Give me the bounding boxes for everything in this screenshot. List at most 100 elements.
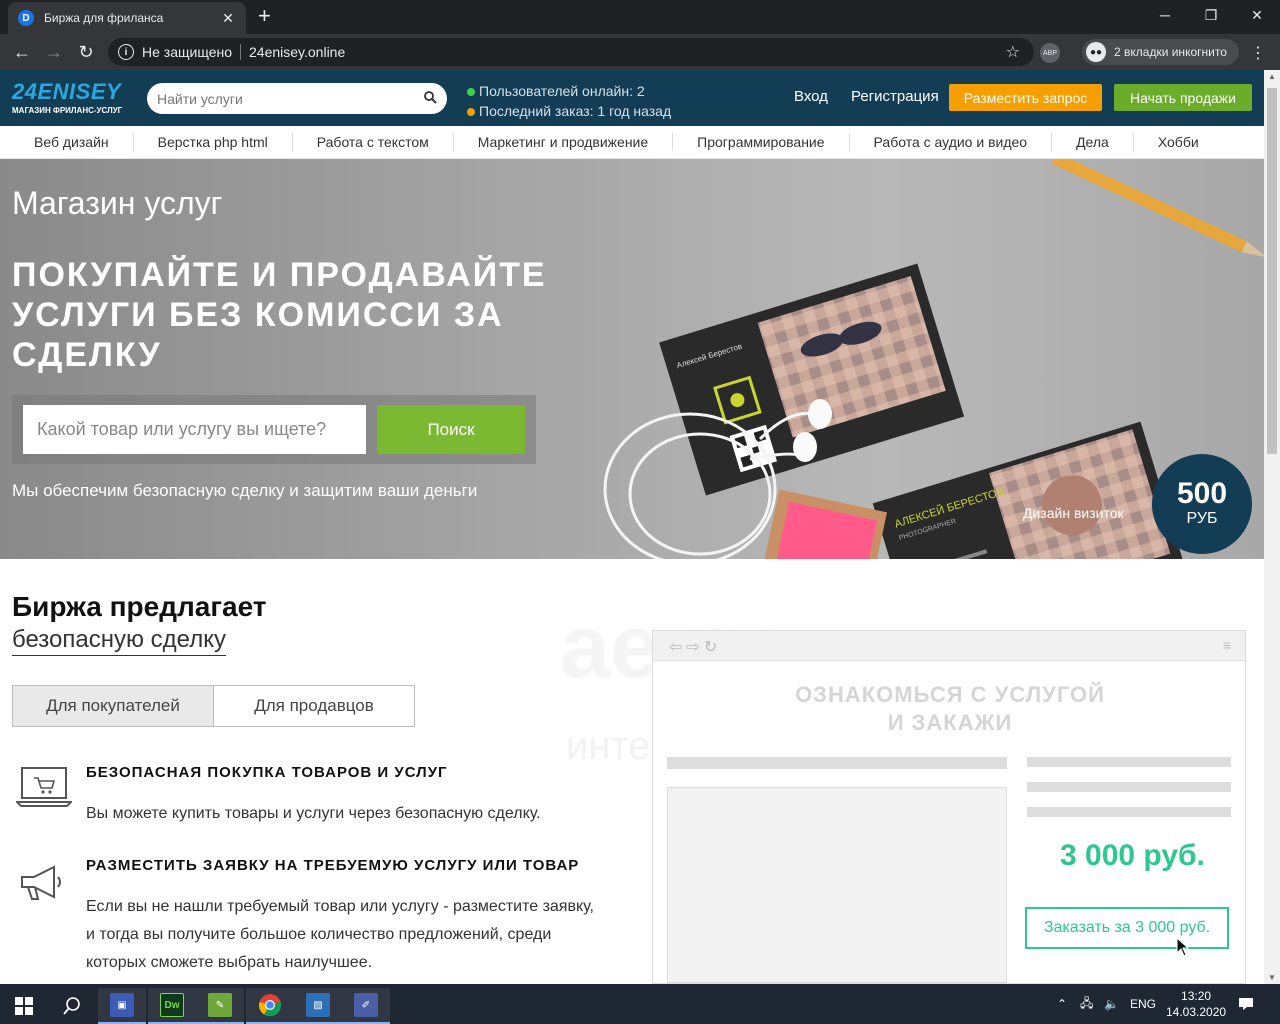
site-stats: Пользователей онлайн: 2 Последний заказ:… <box>467 81 671 121</box>
search-icon[interactable] <box>48 988 96 1024</box>
placeholder-bar <box>1027 782 1231 792</box>
mockup-title-line1: ОЗНАКОМЬСЯ С УСЛУГОЙ <box>795 682 1105 707</box>
logo-tagline: МАГАЗИН ФРИЛАНС-УСЛУГ <box>12 106 123 115</box>
category-item[interactable]: Работа с аудио и видео <box>850 133 1053 151</box>
hero-headline: ПОКУПАЙТЕ И ПРОДАВАЙТЕ УСЛУГИ БЕЗ КОМИСС… <box>12 256 547 374</box>
windows-taskbar: ▣ Dw ✎ ▧ ✐ ⌃ 🖧 🔈 ENG 13:20 14.03.2020 <box>0 984 1280 1024</box>
placeholder-bar <box>1027 757 1231 767</box>
tab-sellers[interactable]: Для продавцов <box>214 686 414 726</box>
hero-search-button[interactable]: Поиск <box>377 405 525 454</box>
placeholder-image <box>667 787 1007 983</box>
section-subtitle: безопасную сделку <box>12 626 226 656</box>
category-item[interactable]: Дела <box>1052 133 1134 151</box>
menu-kebab-icon[interactable]: ⋮ <box>1250 43 1266 63</box>
chrome-icon[interactable] <box>246 988 294 1024</box>
incognito-icon: ●● <box>1086 42 1106 62</box>
adblock-extension-icon[interactable]: ABP <box>1040 43 1060 63</box>
hero-banner: Алексей Берестов АЛЕКСЕЙ БЕРЕСТОВ PHOTOG… <box>0 159 1264 559</box>
hero-search-input[interactable]: Какой товар или услугу вы ищете? <box>23 405 366 454</box>
notifications-icon[interactable] <box>1238 984 1254 1024</box>
photos-app-icon[interactable]: ▧ <box>294 988 342 1024</box>
minimize-icon[interactable]: ─ <box>1142 0 1188 30</box>
laptop-cart-icon <box>14 764 74 813</box>
clock-time: 13:20 <box>1181 989 1212 1003</box>
register-link[interactable]: Регистрация <box>851 88 939 105</box>
bookmark-star-icon[interactable]: ☆ <box>1006 42 1020 62</box>
language-indicator[interactable]: ENG <box>1130 984 1156 1024</box>
feature-safe-purchase: БЕЗОПАСНАЯ ПОКУПКА ТОВАРОВ И УСЛУГ Вы мо… <box>14 764 636 844</box>
restore-icon[interactable]: ❐ <box>1188 0 1234 30</box>
hero-title: Магазин услуг <box>12 185 223 221</box>
omnibox[interactable]: i Не защищено 24enisey.online ☆ <box>108 38 1034 66</box>
tab-title: Биржа для фриланса <box>44 11 164 25</box>
url-text[interactable]: 24enisey.online <box>249 44 345 60</box>
network-icon[interactable]: 🖧 <box>1080 984 1093 1024</box>
audience-tabs: Для покупателей Для продавцов <box>12 685 415 727</box>
category-item[interactable]: Веб дизайн <box>0 133 134 151</box>
placeholder-bar <box>1027 807 1231 817</box>
site-header: 24ENISEY МАГАЗИН ФРИЛАНС-УСЛУГ Найти усл… <box>0 70 1264 126</box>
reload-icon[interactable]: ↻ <box>74 40 98 64</box>
close-window-icon[interactable]: ✕ <box>1234 0 1280 30</box>
header-search-input[interactable]: Найти услуги <box>147 83 447 114</box>
save-app-icon[interactable]: ▣ <box>98 988 146 1024</box>
logo-main: 24ENISEY <box>12 79 122 104</box>
stats-online: Пользователей онлайн: 2 <box>479 83 645 99</box>
mockup-price: 3 000 руб. <box>1060 839 1205 872</box>
back-icon[interactable]: ← <box>10 40 34 64</box>
incognito-label: 2 вкладки инкогнито <box>1114 45 1227 59</box>
category-item[interactable]: Верстка php html <box>134 133 293 151</box>
mockup-title: ОЗНАКОМЬСЯ С УСЛУГОЙ И ЗАКАЖИ <box>653 681 1247 737</box>
page-scrollbar[interactable]: ▲ ▼ <box>1264 70 1280 984</box>
close-tab-icon[interactable]: ✕ <box>220 10 236 27</box>
site-logo[interactable]: 24ENISEY МАГАЗИН ФРИЛАНС-УСЛУГ <box>12 79 123 116</box>
header-search-placeholder: Найти услуги <box>157 90 243 107</box>
hero-subtitle: Мы обеспечим безопасную сделку и защитим… <box>12 481 478 500</box>
volume-icon[interactable]: 🔈 <box>1104 984 1119 1024</box>
tab-buyers[interactable]: Для покупателей <box>13 686 214 726</box>
scroll-down-icon[interactable]: ▼ <box>1268 973 1276 982</box>
price-currency: РУБ <box>1186 510 1218 527</box>
mockup-order-button[interactable]: Заказать за 3 000 руб. <box>1025 907 1229 949</box>
browser-tab[interactable]: D Биржа для фриланса ✕ <box>8 2 246 34</box>
tray-expand-icon[interactable]: ⌃ <box>1057 984 1067 1024</box>
search-icon[interactable] <box>424 90 437 107</box>
address-bar: ← → ↻ i Не защищено 24enisey.online ☆ AB… <box>0 34 1280 70</box>
cursor-icon <box>1176 937 1190 957</box>
start-selling-button[interactable]: Начать продажи <box>1114 84 1252 111</box>
incognito-indicator[interactable]: ●● 2 вкладки инкогнито <box>1082 39 1239 65</box>
browser-tab-strip: D Биржа для фриланса ✕ + ─ ❐ ✕ <box>0 0 1280 34</box>
mockup-title-line2: И ЗАКАЖИ <box>887 710 1013 735</box>
section-title: Биржа предлагает <box>12 591 267 622</box>
last-order-dot-icon <box>467 108 475 116</box>
online-dot-icon <box>467 88 475 96</box>
price-value: 500 <box>1176 477 1228 510</box>
scroll-up-icon[interactable]: ▲ <box>1268 72 1276 81</box>
favicon-icon: D <box>18 10 34 26</box>
feature2-title: РАЗМЕСТИТЬ ЗАЯВКУ НА ТРЕБУЕМУЮ УСЛУГУ ИЛ… <box>86 857 580 874</box>
forward-icon[interactable]: → <box>42 40 66 64</box>
megaphone-icon <box>16 863 68 908</box>
category-item[interactable]: Хобби <box>1134 133 1223 151</box>
new-tab-icon[interactable]: + <box>258 5 271 27</box>
divider <box>240 44 241 60</box>
feature1-text: Вы можете купить товары и услуги через б… <box>86 805 541 822</box>
notepad-icon[interactable]: ✎ <box>196 988 244 1024</box>
hamburger-icon: ≡ <box>1222 637 1231 653</box>
login-link[interactable]: Вход <box>794 88 828 105</box>
featured-service-label[interactable]: Дизайн визиток <box>1023 505 1124 521</box>
category-nav: Веб дизайн Верстка php html Работа с тек… <box>0 126 1264 159</box>
scrollbar-thumb[interactable] <box>1267 88 1277 454</box>
feature2-text: Если вы не нашли требуемый товар или усл… <box>86 898 594 971</box>
clock[interactable]: 13:20 14.03.2020 <box>1166 984 1226 1024</box>
post-request-button[interactable]: Разместить запрос <box>949 84 1102 111</box>
category-item[interactable]: Маркетинг и продвижение <box>454 133 674 151</box>
security-label: Не защищено <box>142 44 232 60</box>
info-icon[interactable]: i <box>118 44 134 60</box>
price-badge[interactable]: 500 РУБ <box>1152 454 1252 554</box>
image-editor-icon[interactable]: ✐ <box>342 988 390 1024</box>
category-item[interactable]: Работа с текстом <box>293 133 454 151</box>
category-item[interactable]: Программирование <box>673 133 850 151</box>
start-icon[interactable] <box>0 988 48 1024</box>
dreamweaver-icon[interactable]: Dw <box>148 988 196 1024</box>
